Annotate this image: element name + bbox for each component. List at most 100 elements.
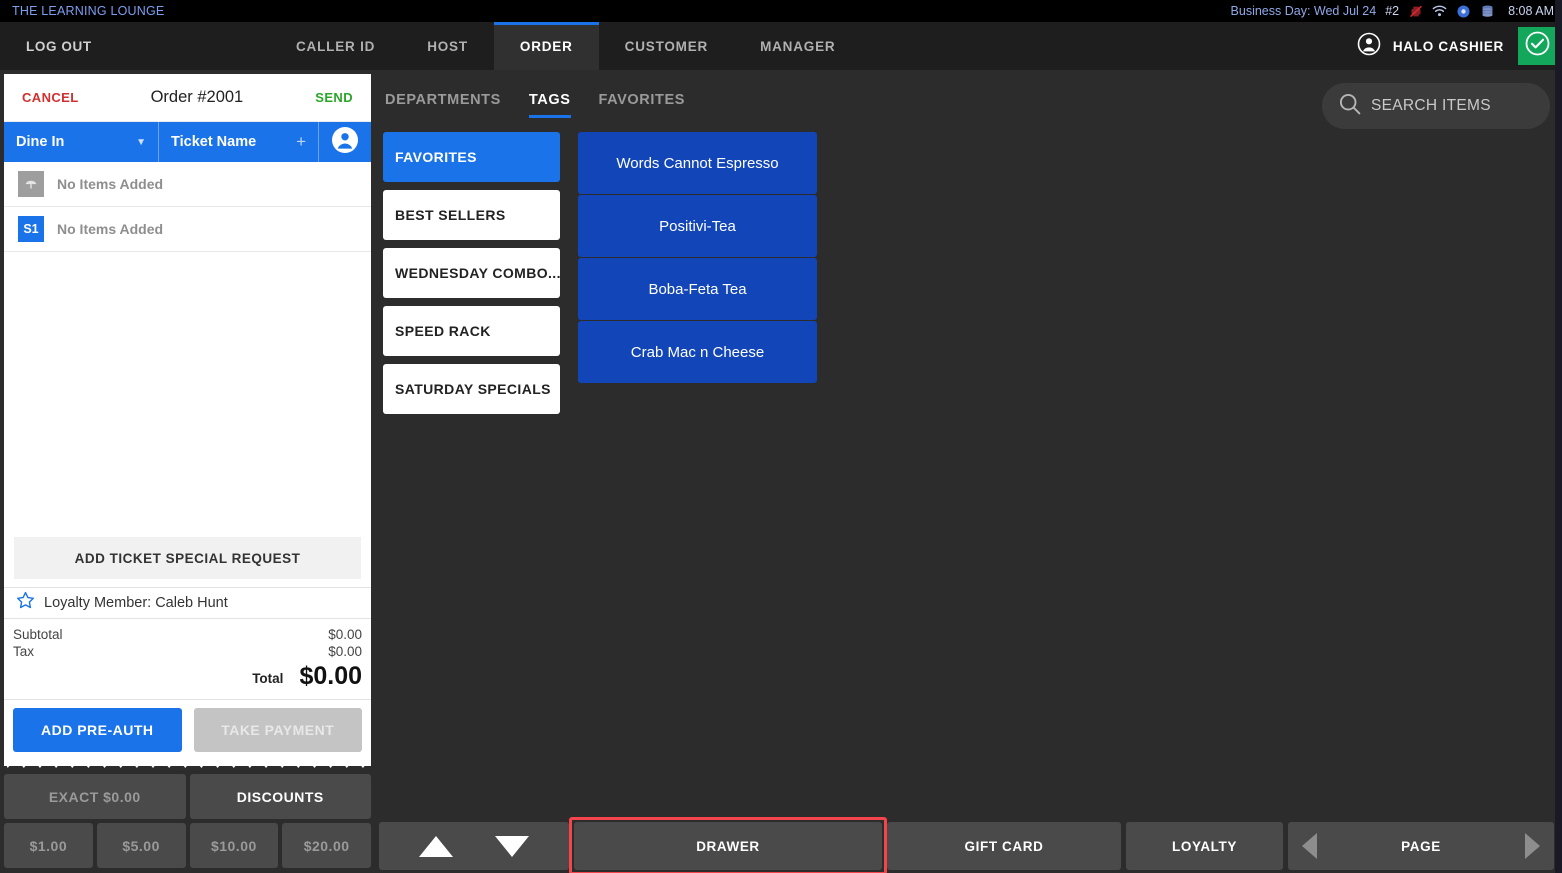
loyalty-member-label: Loyalty Member: Caleb Hunt: [44, 595, 228, 611]
item-boba-feta-tea[interactable]: Boba-Feta Tea: [578, 258, 817, 320]
tab-customer[interactable]: CUSTOMER: [599, 22, 734, 70]
receipt-tear-edge: [4, 758, 371, 768]
discounts-button[interactable]: DISCOUNTS: [189, 774, 371, 819]
page-next-icon[interactable]: [1524, 833, 1540, 859]
order-header: CANCEL Order #2001 SEND: [4, 74, 371, 122]
tag-category-list: FAVORITES BEST SELLERS WEDNESDAY COMBO..…: [383, 132, 560, 817]
tag-saturday-specials[interactable]: SATURDAY SPECIALS: [383, 364, 560, 414]
tab-manager-label: MANAGER: [760, 38, 836, 54]
cash-5-button[interactable]: $5.00: [96, 823, 186, 868]
drawer-button[interactable]: DRAWER: [569, 817, 887, 873]
tag-best-sellers-label: BEST SELLERS: [395, 207, 506, 223]
tab-favorites[interactable]: FAVORITES: [585, 92, 700, 118]
ticket-name-input[interactable]: Ticket Name +: [159, 122, 319, 162]
tab-caller-id[interactable]: CALLER ID: [270, 22, 401, 70]
tab-customer-label: CUSTOMER: [624, 38, 709, 54]
loyalty-button[interactable]: LOYALTY: [1126, 822, 1283, 870]
item-positivi-tea[interactable]: Positivi-Tea: [578, 195, 817, 257]
seat-badge-table-icon: [18, 171, 44, 197]
cash-10-button[interactable]: $10.00: [189, 823, 279, 868]
tag-wednesday-combo[interactable]: WEDNESDAY COMBO...: [383, 248, 560, 298]
status-bar: THE LEARNING LOUNGE Business Day: Wed Ju…: [0, 0, 1562, 22]
tax-label: Tax: [13, 644, 35, 659]
store-name: THE LEARNING LOUNGE: [12, 4, 165, 18]
item-button-list: Words Cannot Espresso Positivi-Tea Boba-…: [578, 132, 817, 817]
item-crab-mac-n-cheese[interactable]: Crab Mac n Cheese: [578, 321, 817, 383]
exact-cash-button[interactable]: EXACT $0.00: [4, 774, 186, 819]
page-previous-icon[interactable]: [1302, 833, 1317, 859]
order-type-label: Dine In: [16, 134, 65, 150]
seat-badge-s1: S1: [18, 216, 44, 242]
nav-tab-group: CALLER ID HOST ORDER CUSTOMER MANAGER: [240, 22, 1357, 70]
gift-card-label: GIFT CARD: [964, 838, 1044, 854]
tab-host[interactable]: HOST: [401, 22, 494, 70]
search-input[interactable]: SEARCH ITEMS: [1322, 83, 1550, 129]
clock: 8:08 AM: [1508, 4, 1554, 18]
add-pre-auth-label: ADD PRE-AUTH: [40, 722, 154, 738]
order-ticket-panel: CANCEL Order #2001 SEND Dine In ▼ Ticket…: [4, 74, 371, 766]
terminal-number: #2: [1385, 4, 1400, 18]
scroll-down-icon[interactable]: [495, 835, 529, 857]
search-icon: [1338, 92, 1362, 121]
printer-offline-icon: [1408, 4, 1423, 18]
discounts-label: DISCOUNTS: [236, 788, 324, 805]
item-browser: DEPARTMENTS TAGS FAVORITES SEARCH ITEMS …: [379, 74, 1554, 817]
tax-row: Tax $0.00: [13, 643, 362, 660]
send-order-button[interactable]: SEND: [315, 90, 353, 105]
special-request-wrapper: ADD TICKET SPECIAL REQUEST: [4, 531, 371, 587]
take-payment-button[interactable]: TAKE PAYMENT: [193, 708, 362, 752]
item-label: Crab Mac n Cheese: [630, 343, 765, 361]
tab-order[interactable]: ORDER: [493, 22, 599, 70]
cash-20-button[interactable]: $20.00: [282, 823, 371, 868]
tag-speed-rack[interactable]: SPEED RACK: [383, 306, 560, 356]
tag-saturday-specials-label: SATURDAY SPECIALS: [395, 381, 551, 397]
table-row[interactable]: S1 No Items Added: [4, 207, 371, 252]
check-circle-icon: [1525, 31, 1550, 61]
scroll-arrows-group: [379, 822, 569, 870]
confirm-button[interactable]: [1518, 27, 1556, 65]
person-circle-icon: [331, 126, 359, 159]
loyalty-member-row[interactable]: Loyalty Member: Caleb Hunt: [4, 587, 371, 619]
item-label: Positivi-Tea: [659, 217, 736, 235]
assign-customer-button[interactable]: [319, 122, 371, 162]
tag-favorites-label: FAVORITES: [395, 149, 477, 165]
table-row[interactable]: No Items Added: [4, 162, 371, 207]
logout-button[interactable]: LOG OUT: [0, 22, 240, 70]
item-words-cannot-espresso[interactable]: Words Cannot Espresso: [578, 132, 817, 194]
tab-departments-label: DEPARTMENTS: [385, 92, 501, 108]
exact-label: EXACT $0.00: [48, 788, 141, 805]
user-menu-button[interactable]: HALO CASHIER: [1357, 32, 1518, 61]
item-label: Boba-Feta Tea: [648, 280, 747, 298]
add-ticket-special-request-button[interactable]: ADD TICKET SPECIAL REQUEST: [14, 537, 361, 579]
tag-favorites[interactable]: FAVORITES: [383, 132, 560, 182]
item-label: Words Cannot Espresso: [616, 154, 779, 172]
gift-card-button[interactable]: GIFT CARD: [887, 822, 1121, 870]
order-options-bar: Dine In ▼ Ticket Name +: [4, 122, 371, 162]
subtotal-label: Subtotal: [13, 627, 63, 642]
add-pre-auth-button[interactable]: ADD PRE-AUTH: [13, 708, 182, 752]
tab-tags[interactable]: TAGS: [515, 92, 585, 118]
bottom-toolbar: DRAWER GIFT CARD LOYALTY PAGE: [379, 817, 1554, 873]
wifi-icon: [1432, 4, 1447, 18]
order-totals: Subtotal $0.00 Tax $0.00 Total $0.00: [4, 619, 371, 694]
add-ticket-icon[interactable]: +: [296, 132, 306, 152]
tab-host-label: HOST: [427, 38, 468, 54]
cash-5-label: $5.00: [122, 837, 160, 854]
tab-departments[interactable]: DEPARTMENTS: [379, 92, 515, 118]
scroll-up-icon[interactable]: [419, 835, 453, 857]
cash-1-label: $1.00: [29, 837, 68, 854]
star-icon: [16, 591, 35, 615]
user-account-icon: [1357, 32, 1381, 61]
cash-1-button[interactable]: $1.00: [4, 823, 93, 868]
cancel-order-button[interactable]: CANCEL: [22, 90, 79, 105]
tab-caller-id-label: CALLER ID: [296, 38, 376, 54]
order-type-dropdown[interactable]: Dine In ▼: [4, 122, 159, 162]
search-placeholder: SEARCH ITEMS: [1371, 97, 1491, 114]
special-request-label: ADD TICKET SPECIAL REQUEST: [74, 550, 301, 566]
main-navigation-bar: LOG OUT CALLER ID HOST ORDER CUSTOMER MA…: [0, 22, 1562, 70]
tab-manager[interactable]: MANAGER: [734, 22, 861, 70]
tag-best-sellers[interactable]: BEST SELLERS: [383, 190, 560, 240]
pos-application: THE LEARNING LOUNGE Business Day: Wed Ju…: [0, 0, 1562, 873]
chevron-down-icon: ▼: [136, 136, 146, 148]
keypad-row-top: EXACT $0.00 DISCOUNTS: [4, 774, 371, 819]
